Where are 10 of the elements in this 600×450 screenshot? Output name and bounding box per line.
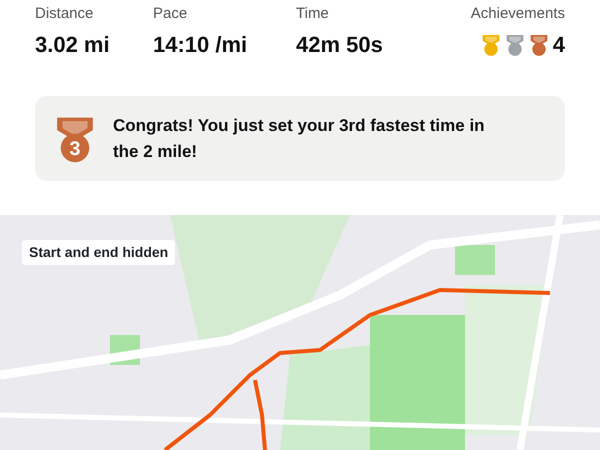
banner-message: Congrats! You just set your 3rd fastest time in the 2 mile! bbox=[113, 114, 486, 162]
stat-label: Achievements bbox=[470, 4, 565, 24]
stat-label: Distance bbox=[35, 4, 94, 24]
stat-label: Time bbox=[296, 4, 330, 24]
achievement-count: 4 bbox=[552, 31, 565, 59]
stat-label: Pace bbox=[153, 4, 188, 24]
stat-value: 42m 50s bbox=[296, 31, 384, 59]
map-notice: Start and end hidden bbox=[22, 240, 176, 265]
stat-value: 3.02 mi bbox=[35, 31, 111, 59]
stat-value: 14:10 /mi bbox=[153, 31, 248, 59]
